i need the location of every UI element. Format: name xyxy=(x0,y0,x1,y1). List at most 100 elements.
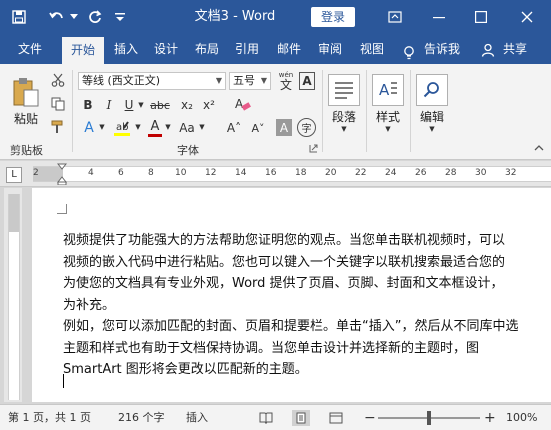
document-body[interactable]: 视频提供了功能强大的方法帮助您证明您的观点。当您单击联机视频时，可以 视频的嵌入… xyxy=(63,230,551,381)
styles-icon[interactable]: A xyxy=(372,74,404,106)
tab-references[interactable]: 引用 xyxy=(229,34,265,64)
customize-quick-access-icon[interactable] xyxy=(112,6,128,28)
chevron-down-icon[interactable]: ▼ xyxy=(382,124,394,134)
font-color-button[interactable]: A xyxy=(146,118,164,138)
minimize-icon[interactable] xyxy=(420,0,458,34)
styles-label[interactable]: 样式 xyxy=(372,108,404,125)
search-icon[interactable] xyxy=(416,74,448,106)
underline-button[interactable]: U xyxy=(121,96,137,114)
tab-layout[interactable]: 布局 xyxy=(189,34,225,64)
tab-file[interactable]: 文件 xyxy=(8,34,52,64)
copy-icon[interactable] xyxy=(50,96,66,112)
tab-mailings[interactable]: 邮件 xyxy=(271,34,307,64)
font-size-select[interactable]: 五号 ▼ xyxy=(229,72,271,90)
format-painter-icon[interactable] xyxy=(50,119,66,135)
zoom-out-button[interactable]: − xyxy=(364,405,376,430)
maximize-icon[interactable] xyxy=(462,0,500,34)
lightbulb-icon xyxy=(401,45,417,61)
ruler-number: 10 xyxy=(175,168,187,178)
strikethrough-button[interactable]: abc xyxy=(148,96,172,114)
clear-formatting-icon[interactable]: A xyxy=(232,94,252,114)
chevron-down-icon[interactable]: ▼ xyxy=(164,120,172,134)
tell-me-search[interactable]: 告诉我 xyxy=(418,34,466,64)
ruler-number: 2 xyxy=(33,168,39,178)
ruler-number: 16 xyxy=(265,168,277,178)
zoom-slider-thumb[interactable] xyxy=(427,411,431,425)
close-icon[interactable] xyxy=(508,0,546,34)
user-icon xyxy=(480,42,496,58)
share-button[interactable]: 共享 xyxy=(497,34,533,64)
vertical-ruler-track[interactable] xyxy=(8,194,20,400)
chevron-down-icon[interactable]: ▼ xyxy=(198,120,206,134)
collapse-ribbon-icon[interactable] xyxy=(532,142,546,154)
cut-icon[interactable] xyxy=(50,72,66,88)
editing-label[interactable]: 编辑 xyxy=(416,108,448,125)
grow-font-button[interactable]: A˄ xyxy=(224,118,244,138)
zoom-in-button[interactable]: + xyxy=(484,405,496,430)
chevron-down-icon[interactable]: ▼ xyxy=(426,124,438,134)
superscript-button[interactable]: x² xyxy=(200,96,218,114)
redo-icon[interactable] xyxy=(84,6,106,28)
login-button[interactable]: 登录 xyxy=(311,7,355,27)
enclose-characters-button[interactable]: 字 xyxy=(297,118,316,137)
phonetic-guide-button[interactable]: wén 文 xyxy=(275,69,297,93)
subscript-button[interactable]: x₂ xyxy=(178,96,196,114)
window-title: 文档3 - Word xyxy=(194,9,276,24)
chevron-down-icon: ▼ xyxy=(215,76,222,85)
document-area: 视频提供了功能强大的方法帮助您证明您的观点。当您单击联机视频时，可以 视频的嵌入… xyxy=(22,188,551,402)
title-bar: 文档3 - Word 登录 xyxy=(0,0,551,34)
ruler-number: 22 xyxy=(355,168,367,178)
chevron-down-icon[interactable]: ▼ xyxy=(137,98,145,112)
margin-corner-mark xyxy=(57,204,67,214)
paragraph-label[interactable]: 段落 xyxy=(328,108,360,125)
tab-review[interactable]: 审阅 xyxy=(312,34,348,64)
bold-button[interactable]: B xyxy=(80,96,96,114)
text-effects-button[interactable]: A xyxy=(80,118,98,138)
group-divider xyxy=(410,70,411,152)
read-mode-icon[interactable] xyxy=(258,411,274,425)
tab-home[interactable]: 开始 xyxy=(62,37,104,64)
character-border-button[interactable]: A xyxy=(299,72,315,90)
document-line: 为补充。 xyxy=(63,297,116,313)
tab-design[interactable]: 设计 xyxy=(148,34,184,64)
tab-insert[interactable]: 插入 xyxy=(108,34,144,64)
zoom-level[interactable]: 100% xyxy=(506,405,537,430)
shrink-font-button[interactable]: A˅ xyxy=(248,118,268,138)
ruler-number: 18 xyxy=(295,168,307,178)
paste-label[interactable]: 粘贴 xyxy=(12,110,40,127)
page-count[interactable]: 第 1 页，共 1 页 xyxy=(8,405,91,430)
word-count[interactable]: 216 个字 xyxy=(118,405,165,430)
tab-view[interactable]: 视图 xyxy=(354,34,390,64)
ruler-number: 28 xyxy=(445,168,457,178)
indent-marker-icon[interactable] xyxy=(57,163,67,185)
italic-button[interactable]: I xyxy=(101,96,117,114)
document-line: 为使您的文档具有专业外观，Word 提供了页眉、页脚、封面和文本框设计， xyxy=(63,276,504,291)
ruler-number: 30 xyxy=(475,168,487,178)
document-line: 例如，您可以添加匹配的封面、页眉和提要栏。单击“插入”，然后从不同库中选 xyxy=(63,319,519,334)
undo-dropdown-icon[interactable] xyxy=(68,6,80,28)
paragraph-icon[interactable] xyxy=(328,74,360,106)
insert-mode[interactable]: 插入 xyxy=(186,405,208,430)
ruler-track[interactable]: 2 4 6 8 10 12 14 16 18 20 22 24 26 28 30… xyxy=(33,163,551,185)
document-line: 主题和样式也有助于文档保持协调。当您单击设计并选择新的主题时，图 xyxy=(63,340,480,356)
web-layout-icon[interactable] xyxy=(328,411,344,425)
save-icon[interactable] xyxy=(8,6,30,28)
chevron-down-icon[interactable]: ▼ xyxy=(338,124,350,134)
document-page[interactable]: 视频提供了功能强大的方法帮助您证明您的观点。当您单击联机视频时，可以 视频的嵌入… xyxy=(32,188,551,402)
clipboard-icon[interactable] xyxy=(10,74,42,110)
print-layout-icon[interactable] xyxy=(292,410,310,426)
chevron-down-icon[interactable]: ▼ xyxy=(98,120,106,134)
tab-stop-selector[interactable]: L xyxy=(6,167,22,183)
ribbon-display-options-icon[interactable] xyxy=(376,0,414,34)
ruler-number: 20 xyxy=(325,168,337,178)
ribbon-tabs: 文件 开始 插入 设计 布局 引用 邮件 审阅 视图 告诉我 共享 xyxy=(0,34,551,64)
highlight-color-icon[interactable]: ab xyxy=(112,118,132,138)
ruler-number: 4 xyxy=(88,168,94,178)
chevron-down-icon[interactable]: ▼ xyxy=(134,120,142,134)
change-case-button[interactable]: Aa xyxy=(176,118,198,138)
group-divider xyxy=(72,70,73,152)
font-name-select[interactable]: 等线 (西文正文) ▼ xyxy=(78,72,226,90)
dialog-launcher-icon[interactable] xyxy=(307,142,319,154)
undo-icon[interactable] xyxy=(46,6,68,28)
character-shading-button[interactable]: A xyxy=(276,119,292,136)
